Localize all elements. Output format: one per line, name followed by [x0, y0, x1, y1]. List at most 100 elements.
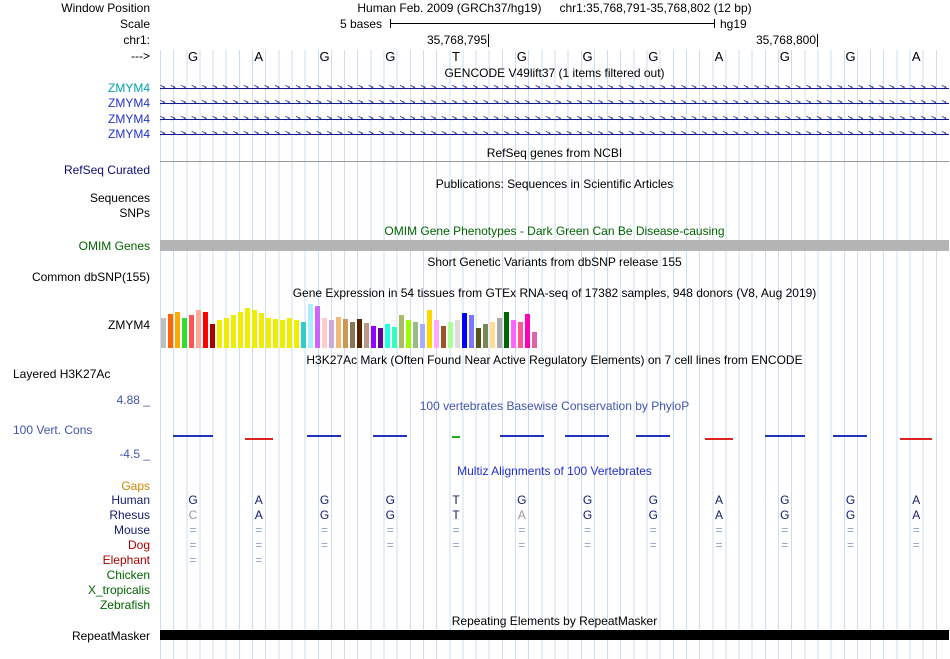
- track-header-omim[interactable]: OMIM Gene Phenotypes - Dark Green Can Be…: [160, 224, 949, 238]
- species-label[interactable]: X_tropicalis: [0, 583, 150, 597]
- ruler-base-letter: G: [516, 49, 527, 64]
- track-header-conservation[interactable]: 100 vertebrates Basewise Conservation by…: [160, 399, 949, 413]
- alignment-base: =: [583, 538, 591, 552]
- alignment-base: =: [912, 538, 920, 552]
- track-header-publications[interactable]: Publications: Sequences in Scientific Ar…: [160, 177, 949, 191]
- alignment-base: =: [649, 523, 657, 537]
- alignment-base: G: [780, 493, 790, 507]
- sidebar-label-gaps[interactable]: Gaps: [0, 479, 150, 493]
- alignment-base: =: [912, 523, 920, 537]
- ruler-base-letter: A: [254, 49, 264, 64]
- alignment-base: =: [781, 523, 789, 537]
- gencode-transcript-row[interactable]: ZMYM4 >>>>>>>>>>>>>>>>>>>>>>>>>>>>>>>>>>>…: [0, 81, 950, 96]
- track-header-gencode[interactable]: GENCODE V49lift37 (1 items filtered out): [160, 66, 949, 80]
- phylop-score-mark: [244, 438, 273, 440]
- alignment-base: =: [452, 538, 460, 552]
- alignment-base: =: [452, 523, 460, 537]
- alignment-base: =: [715, 538, 723, 552]
- track-header-h3k27ac[interactable]: H3K27Ac Mark (Often Found Near Active Re…: [160, 353, 949, 367]
- ruler-base-letter: G: [779, 49, 790, 64]
- gencode-transcript-row[interactable]: ZMYM4 >>>>>>>>>>>>>>>>>>>>>>>>>>>>>>>>>>>…: [0, 96, 950, 111]
- alignment-base: =: [846, 523, 854, 537]
- phylop-score-mark: [704, 438, 733, 440]
- strand-direction-label: --->: [131, 49, 150, 63]
- window-position-label: Window Position: [61, 1, 150, 15]
- multiz-row-dog[interactable]: Dog = = = = = = = = = = = =: [0, 538, 950, 553]
- alignment-base: G: [845, 493, 856, 507]
- track-header-repeatmasker[interactable]: Repeating Elements by RepeatMasker: [160, 614, 949, 628]
- multiz-row-elephant[interactable]: Elephant = =: [0, 553, 950, 568]
- alignment-base: G: [582, 493, 593, 507]
- track-separator-line: [160, 161, 949, 162]
- sidebar-label-refseq-curated[interactable]: RefSeq Curated: [0, 163, 150, 177]
- ruler-bases: GAGGTGGGAGGA: [160, 49, 949, 65]
- alignment-base: G: [319, 493, 330, 507]
- alignment-base: G: [517, 493, 527, 507]
- species-label[interactable]: Chicken: [0, 568, 150, 582]
- track-header-multiz[interactable]: Multiz Alignments of 100 Vertebrates: [160, 464, 949, 478]
- sidebar-label-common-dbsnp[interactable]: Common dbSNP(155): [0, 270, 150, 284]
- species-label[interactable]: Mouse: [0, 523, 150, 537]
- transcript-direction-arrows: >>>>>>>>>>>>>>>>>>>>>>>>>>>>>>>>>>>>>>>>…: [160, 98, 949, 108]
- alignment-base: =: [189, 553, 197, 567]
- assembly-title: Human Feb. 2009 (GRCh37/hg19): [357, 1, 542, 15]
- multiz-row-chicken[interactable]: Chicken: [0, 568, 950, 583]
- gene-label[interactable]: ZMYM4: [0, 96, 150, 110]
- phylop-score-mark: [900, 438, 933, 440]
- alignment-base: G: [845, 508, 856, 522]
- sidebar-label-layered-h3k27ac[interactable]: Layered H3K27Ac: [0, 367, 150, 381]
- alignment-base: T: [452, 508, 460, 522]
- alignment-base: C: [188, 508, 198, 522]
- multiz-row-rhesus[interactable]: Rhesus C A G G T A G G A G G A: [0, 508, 950, 523]
- ruler-base-letter: T: [452, 49, 460, 64]
- sidebar-label-snps[interactable]: SNPs: [0, 206, 150, 220]
- position-range: chr1:35,768,791-35,768,802 (12 bp): [559, 1, 752, 15]
- alignment-base: =: [781, 538, 789, 552]
- genome-browser: Window Position Human Feb. 2009 (GRCh37/…: [0, 0, 950, 659]
- track-header-gtex[interactable]: Gene Expression in 54 tissues from GTEx …: [160, 286, 949, 300]
- repeatmasker-element-bar[interactable]: [160, 630, 949, 640]
- sidebar-label-sequences[interactable]: Sequences: [0, 191, 150, 205]
- species-label[interactable]: Dog: [0, 538, 150, 552]
- multiz-row-x_tropicalis[interactable]: X_tropicalis: [0, 583, 950, 598]
- alignment-base: =: [255, 538, 263, 552]
- alignment-base: =: [518, 523, 526, 537]
- species-label[interactable]: Rhesus: [0, 508, 150, 522]
- ruler-base-letter: G: [187, 49, 199, 64]
- alignment-base: A: [254, 493, 263, 507]
- transcript-direction-arrows: >>>>>>>>>>>>>>>>>>>>>>>>>>>>>>>>>>>>>>>>…: [160, 114, 949, 124]
- species-label[interactable]: Human: [0, 493, 150, 507]
- alignment-base: =: [518, 538, 526, 552]
- species-label[interactable]: Elephant: [0, 553, 150, 567]
- conservation-min-value: -4.5 _: [119, 447, 150, 461]
- gene-label[interactable]: ZMYM4: [0, 127, 150, 141]
- alignment-base: T: [452, 493, 460, 507]
- gene-label[interactable]: ZMYM4: [0, 112, 150, 126]
- coordinate-tick: [488, 34, 489, 47]
- alignment-base: =: [583, 523, 591, 537]
- alignment-base: G: [780, 508, 790, 522]
- gene-label[interactable]: ZMYM4: [0, 81, 150, 95]
- multiz-row-zebrafish[interactable]: Zebrafish: [0, 598, 950, 613]
- gtex-tissue-bar: [532, 332, 537, 348]
- omim-gene-bar[interactable]: [160, 240, 949, 251]
- sidebar-label-omim-genes[interactable]: OMIM Genes: [0, 239, 150, 253]
- multiz-row-human[interactable]: Human G A G G T G G G A G G A: [0, 493, 950, 508]
- multiz-row-mouse[interactable]: Mouse = = = = = = = = = = = =: [0, 523, 950, 538]
- gencode-transcript-row[interactable]: ZMYM4 >>>>>>>>>>>>>>>>>>>>>>>>>>>>>>>>>>>…: [0, 127, 950, 142]
- alignment-base: A: [714, 508, 723, 522]
- sidebar-label-repeatmasker[interactable]: RepeatMasker: [0, 629, 150, 643]
- species-label[interactable]: Zebrafish: [0, 598, 150, 612]
- alignment-base: G: [385, 493, 395, 507]
- sidebar-label-gtex-gene[interactable]: ZMYM4: [0, 318, 150, 332]
- ruler-base-letter: G: [385, 49, 396, 64]
- alignment-base: G: [385, 508, 395, 522]
- sidebar-label-100-vert-cons[interactable]: 100 Vert. Cons: [0, 423, 150, 437]
- gencode-transcript-row[interactable]: ZMYM4 >>>>>>>>>>>>>>>>>>>>>>>>>>>>>>>>>>>…: [0, 112, 950, 127]
- track-header-dbsnp[interactable]: Short Genetic Variants from dbSNP releas…: [160, 255, 949, 269]
- scale-bar: [390, 19, 715, 28]
- conservation-max-value: 4.88 _: [116, 393, 150, 407]
- alignment-base: =: [846, 538, 854, 552]
- track-header-refseq[interactable]: RefSeq genes from NCBI: [160, 146, 949, 160]
- alignment-base: A: [912, 493, 921, 507]
